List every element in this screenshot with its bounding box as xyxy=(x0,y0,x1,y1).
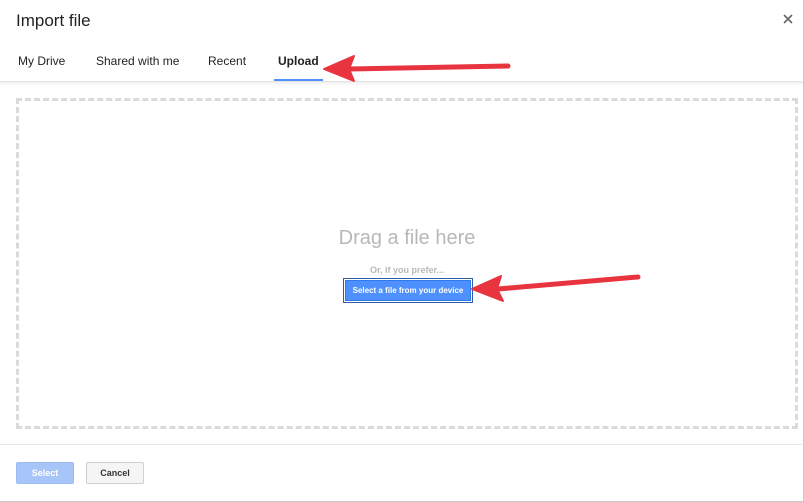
tab-recent[interactable]: Recent xyxy=(208,54,246,81)
tab-my-drive[interactable]: My Drive xyxy=(18,54,65,81)
tab-shared-with-me[interactable]: Shared with me xyxy=(96,54,179,81)
upload-dropzone[interactable]: Drag a file here Or, if you prefer... Se… xyxy=(16,98,798,429)
cancel-button[interactable]: Cancel xyxy=(86,462,144,484)
drag-file-text: Drag a file here xyxy=(338,227,476,249)
import-file-dialog: Import file My Drive Shared with me Rece… xyxy=(0,0,804,502)
select-file-from-device-button[interactable]: Select a file from your device xyxy=(343,278,473,303)
dialog-title: Import file xyxy=(16,11,91,30)
dialog-footer: Select Cancel xyxy=(0,444,802,500)
close-button[interactable] xyxy=(781,12,795,26)
select-button[interactable]: Select xyxy=(16,462,74,484)
or-prefer-text: Or, if you prefer... xyxy=(369,265,445,275)
tab-upload[interactable]: Upload xyxy=(274,54,323,81)
close-icon xyxy=(783,14,793,24)
tab-bar: My Drive Shared with me Recent Upload xyxy=(0,44,804,82)
